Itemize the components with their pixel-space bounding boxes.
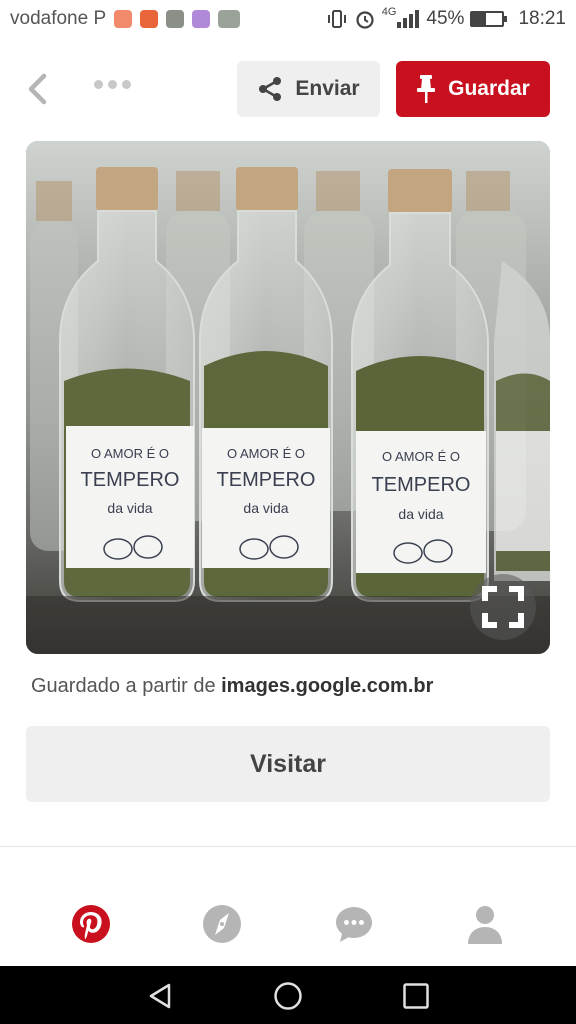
label-line-2: TEMPERO bbox=[372, 474, 471, 496]
notification-photo-icon bbox=[218, 10, 241, 28]
network-type: 4G bbox=[381, 6, 397, 18]
fullscreen-icon bbox=[482, 586, 524, 628]
notification-gallery-icon bbox=[192, 10, 211, 28]
label-line-1: O AMOR É O bbox=[382, 449, 460, 464]
label-line-3: da vida bbox=[107, 500, 152, 516]
status-bar-left: vodafone P bbox=[10, 8, 241, 30]
dot-icon bbox=[122, 80, 131, 89]
pinterest-home-icon bbox=[72, 905, 110, 943]
more-options-button[interactable] bbox=[94, 80, 131, 89]
status-bar-right: 4G 45% 18:21 bbox=[326, 6, 566, 30]
nav-back-triangle-icon bbox=[149, 983, 171, 1009]
label-line-1: O AMOR É O bbox=[227, 446, 305, 461]
vibrate-icon bbox=[327, 10, 346, 28]
send-button[interactable]: Enviar bbox=[237, 61, 380, 117]
clock: 18:21 bbox=[518, 8, 566, 29]
profile-icon bbox=[468, 906, 502, 944]
nav-recents-square-icon bbox=[403, 983, 429, 1009]
notification-image-icon bbox=[166, 10, 185, 28]
battery-icon bbox=[470, 11, 508, 27]
save-button-label: Guardar bbox=[448, 77, 530, 100]
save-button[interactable]: Guardar bbox=[396, 61, 550, 117]
divider bbox=[0, 846, 576, 847]
battery-percent: 45% bbox=[426, 8, 465, 29]
pin-action-bar: Enviar Guardar bbox=[0, 58, 576, 120]
carrier-name: vodafone P bbox=[10, 8, 107, 29]
tab-messages[interactable] bbox=[332, 902, 376, 946]
label-line-3: da vida bbox=[243, 500, 288, 516]
nav-home-circle-icon bbox=[274, 982, 302, 1010]
system-navigation-bar bbox=[0, 966, 576, 1024]
label-line-2: TEMPERO bbox=[217, 469, 316, 491]
back-button[interactable] bbox=[20, 72, 54, 106]
dot-icon bbox=[94, 80, 103, 89]
herb-bottles-photo: O AMOR É O TEMPERO da vida O AMOR É O TE… bbox=[26, 141, 550, 654]
nav-recents-button[interactable] bbox=[398, 978, 434, 1014]
explore-compass-icon bbox=[203, 905, 241, 943]
label-line-2: TEMPERO bbox=[81, 469, 180, 491]
notification-mail-icon bbox=[140, 10, 159, 28]
chevron-left-icon bbox=[28, 73, 47, 105]
status-bar: vodafone P 4G 45% 18:21 bbox=[0, 0, 576, 40]
source-domain-link[interactable]: images.google.com.br bbox=[221, 675, 433, 697]
messages-icon bbox=[336, 907, 372, 942]
expand-image-button[interactable] bbox=[470, 574, 536, 640]
visit-button-label: Visitar bbox=[250, 749, 326, 778]
notification-sad-icon bbox=[114, 10, 133, 28]
bottom-tab-bar bbox=[0, 880, 576, 964]
tab-profile[interactable] bbox=[463, 902, 507, 946]
nav-back-button[interactable] bbox=[142, 978, 178, 1014]
nav-home-button[interactable] bbox=[270, 978, 306, 1014]
tab-home[interactable] bbox=[69, 902, 113, 946]
visit-button[interactable]: Visitar bbox=[26, 726, 550, 802]
send-button-label: Enviar bbox=[295, 77, 360, 100]
pin-source: Guardado a partir de images.google.com.b… bbox=[31, 675, 433, 698]
dot-icon bbox=[108, 80, 117, 89]
pushpin-icon bbox=[417, 75, 436, 103]
signal-icon bbox=[397, 10, 420, 28]
alarm-icon bbox=[356, 11, 374, 29]
label-line-3: da vida bbox=[398, 506, 443, 522]
source-prefix: Guardado a partir de bbox=[31, 675, 222, 697]
tab-explore[interactable] bbox=[200, 902, 244, 946]
pin-image[interactable]: O AMOR É O TEMPERO da vida O AMOR É O TE… bbox=[26, 141, 550, 654]
share-icon bbox=[259, 77, 282, 101]
label-line-1: O AMOR É O bbox=[91, 446, 169, 461]
